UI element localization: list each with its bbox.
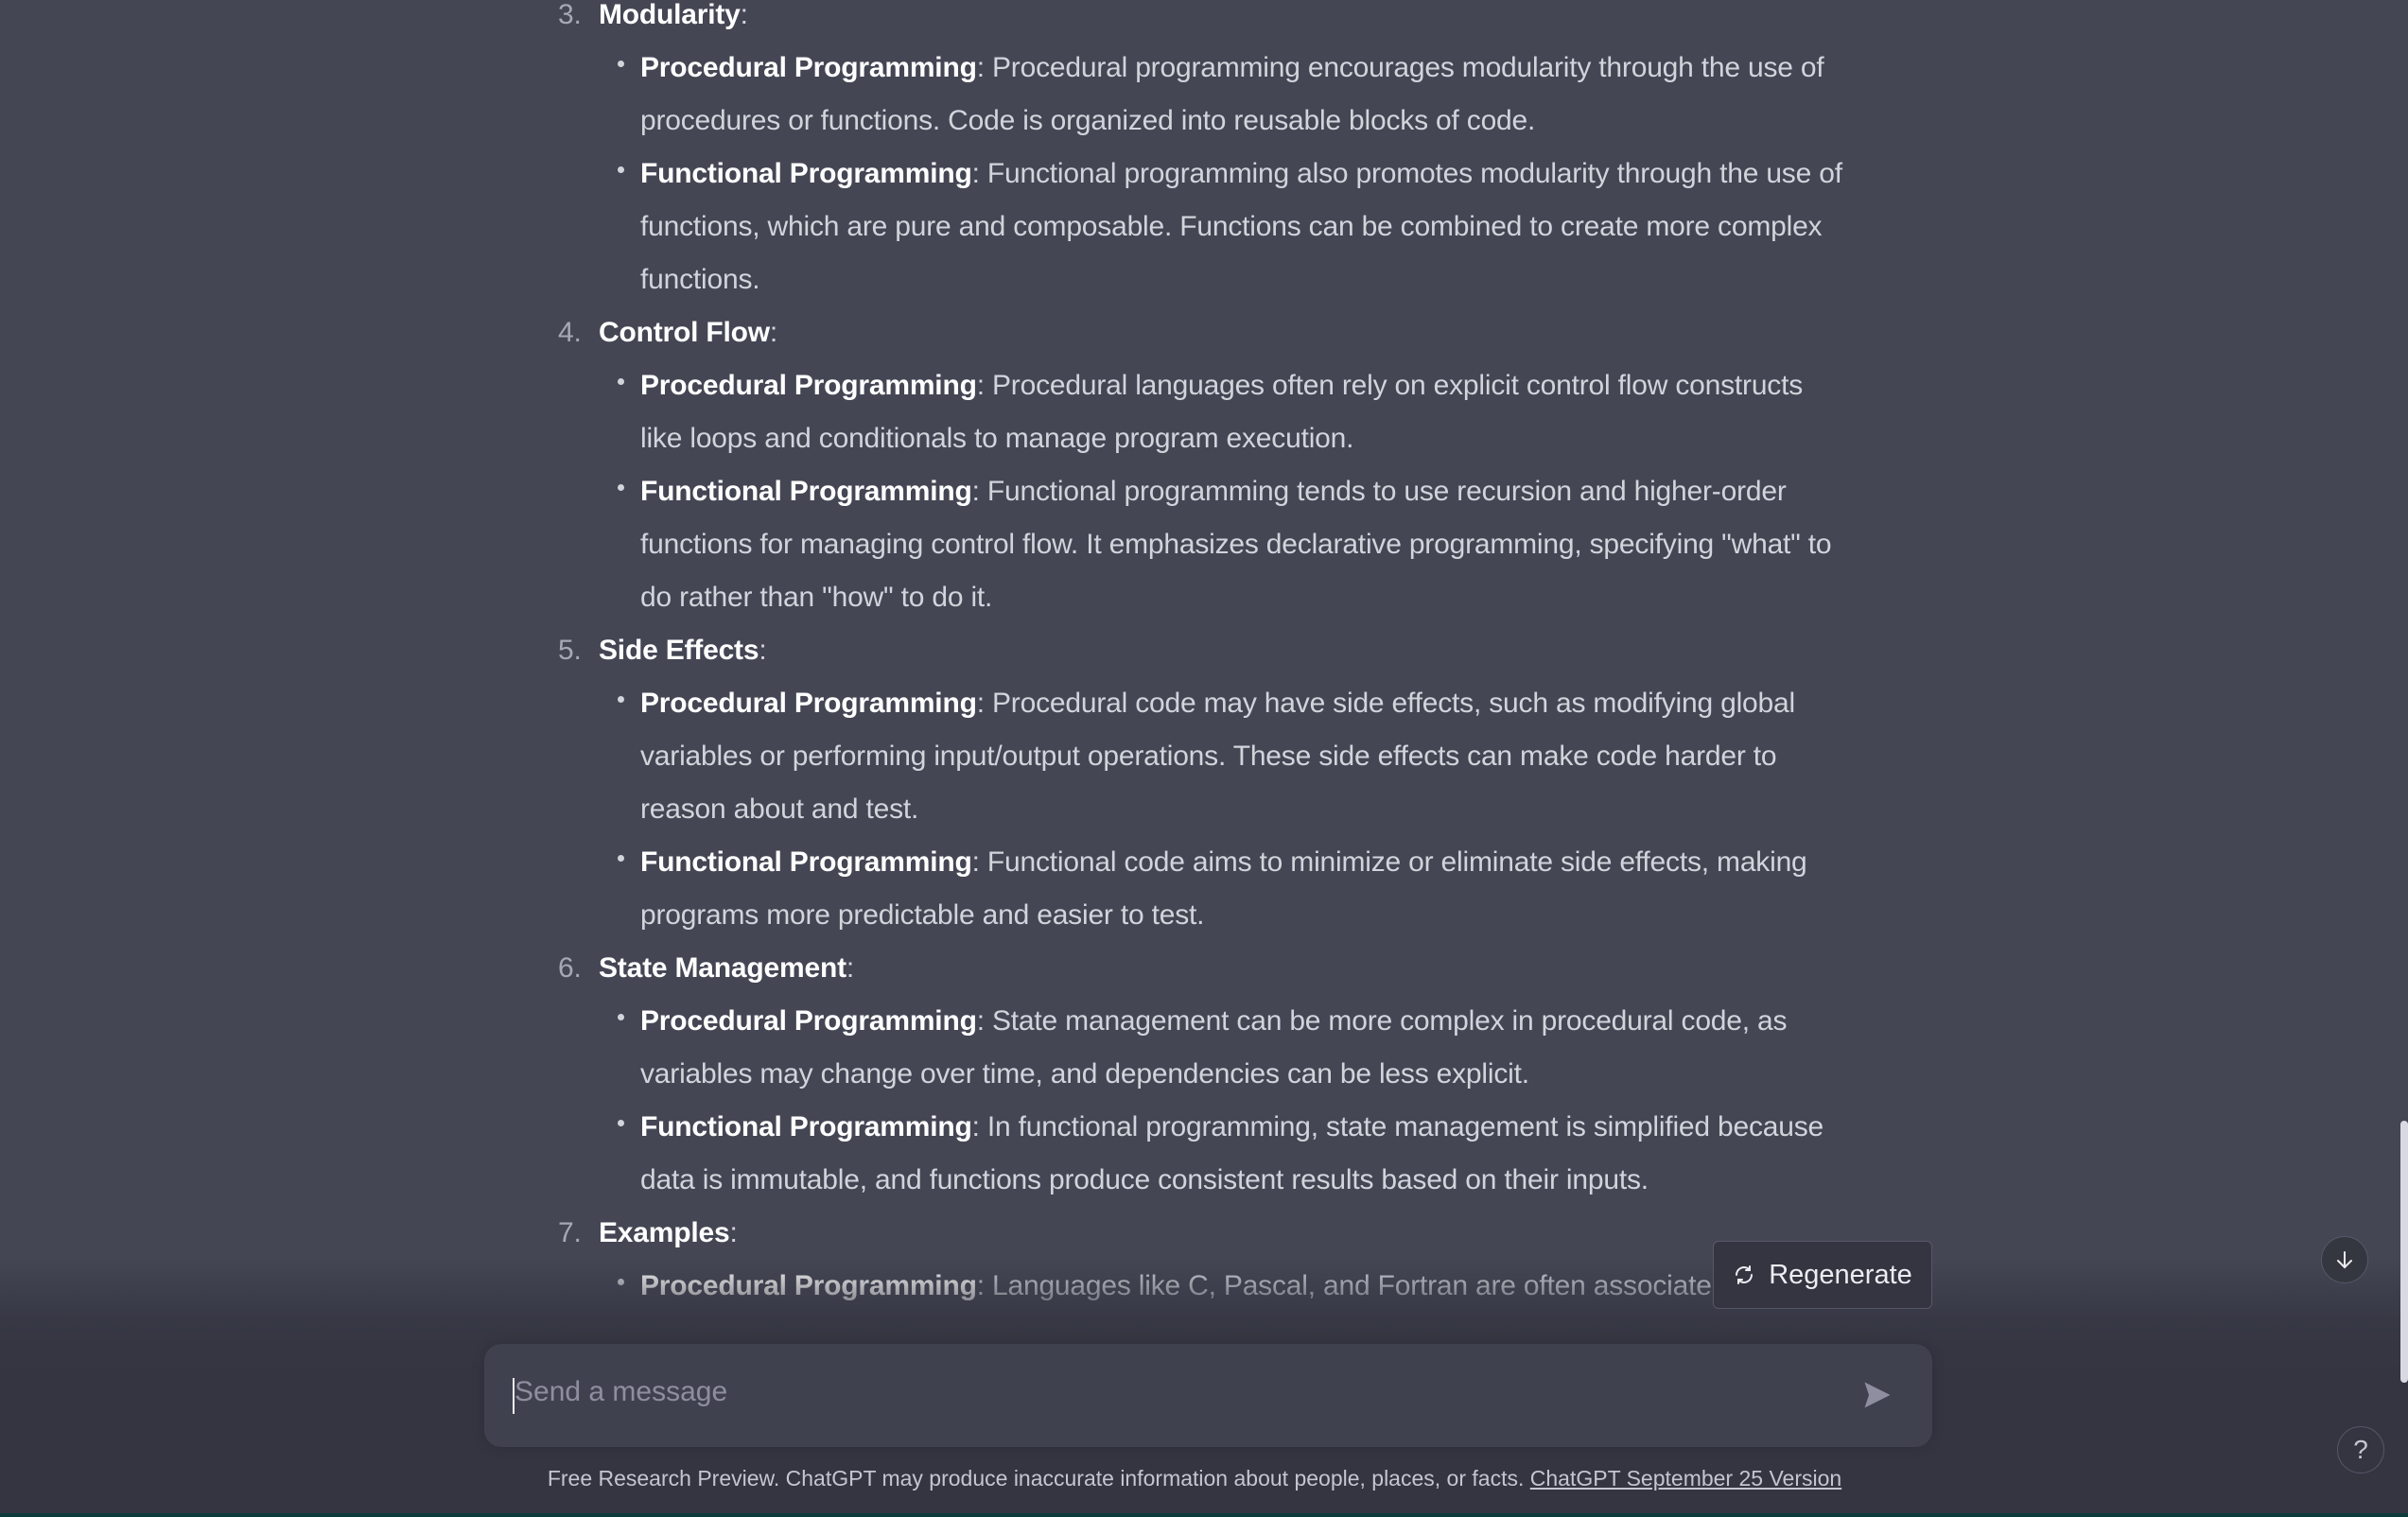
scrollbar-thumb[interactable]	[2400, 1121, 2408, 1383]
bullet-item: Procedural Programming: State management…	[599, 995, 1844, 1101]
version-link[interactable]: ChatGPT September 25 Version	[1530, 1466, 1841, 1491]
list-item: 5. Side Effects: Procedural Programming: P…	[530, 624, 1844, 942]
bullet-icon	[618, 696, 624, 703]
window-bottom-edge	[0, 1513, 2408, 1517]
bullet-icon	[618, 378, 624, 385]
bullet-item: Functional Programming: Functional progr…	[599, 465, 1844, 624]
bullet-icon	[618, 166, 624, 173]
refresh-icon	[1736, 1265, 1754, 1284]
bullet-list: Procedural Programming: State management…	[599, 995, 1844, 1207]
item-number: 3.	[558, 0, 582, 30]
help-button[interactable]: ?	[2337, 1426, 2384, 1473]
section-title: Side Effects	[599, 635, 759, 666]
bullet-item: Procedural Programming: Procedural langu…	[599, 359, 1844, 465]
bullet-label: Procedural Programming	[640, 52, 977, 83]
bullet-label: Procedural Programming	[640, 1005, 977, 1037]
section-title: State Management	[599, 952, 846, 984]
bullet-icon	[618, 61, 624, 67]
footer-disclaimer: Free Research Preview. ChatGPT may produ…	[0, 1466, 2408, 1491]
regenerate-label: Regenerate	[1769, 1259, 1912, 1290]
bullet-label: Functional Programming	[640, 158, 972, 189]
bullet-item: Procedural Programming: Procedural code …	[599, 677, 1844, 836]
bullet-label: Functional Programming	[640, 476, 972, 507]
item-number: 4.	[558, 317, 582, 348]
section-title: Control Flow	[599, 317, 770, 348]
item-number: 5.	[558, 635, 582, 666]
message-placeholder: Send a message	[515, 1376, 728, 1407]
list-item: 6. State Management: Procedural Programmin…	[530, 942, 1844, 1207]
list-item: 3. Modularity: Procedural Programming: Pro…	[530, 0, 1844, 306]
numbered-list: 3. Modularity: Procedural Programming: Pro…	[530, 0, 1844, 1313]
scroll-to-bottom-button[interactable]	[2321, 1236, 2368, 1283]
assistant-message: 3. Modularity: Procedural Programming: Pro…	[530, 0, 1844, 1313]
bullet-list: Procedural Programming: Procedural code …	[599, 677, 1844, 942]
bullet-item: Functional Programming: Functional progr…	[599, 148, 1844, 306]
message-input[interactable]: Send a message	[484, 1344, 1932, 1447]
question-icon: ?	[2353, 1435, 2368, 1464]
bullet-item: Functional Programming: Functional code …	[599, 836, 1844, 942]
bullet-icon	[618, 855, 624, 862]
bullet-label: Procedural Programming	[640, 688, 977, 719]
disclaimer-text: Free Research Preview. ChatGPT may produ…	[547, 1466, 1525, 1491]
arrow-down-icon	[2337, 1251, 2352, 1269]
bullet-icon	[618, 1120, 624, 1126]
bullet-label: Functional Programming	[640, 1111, 972, 1142]
section-title: Modularity	[599, 0, 741, 30]
section-title: Examples	[599, 1217, 730, 1248]
bullet-list: Procedural Programming: Procedural progr…	[599, 42, 1844, 306]
bullet-item: Procedural Programming: Procedural progr…	[599, 42, 1844, 148]
item-number: 7.	[558, 1217, 582, 1248]
bullet-icon	[618, 1014, 624, 1020]
list-item: 4. Control Flow: Procedural Programming: P…	[530, 306, 1844, 624]
bullet-icon	[618, 484, 624, 491]
regenerate-button[interactable]: Regenerate	[1713, 1241, 1932, 1309]
bullet-list: Procedural Programming: Procedural langu…	[599, 359, 1844, 624]
bullet-item: Functional Programming: In functional pr…	[599, 1101, 1844, 1207]
bullet-label: Functional Programming	[640, 846, 972, 878]
send-icon[interactable]	[1860, 1378, 1894, 1412]
bullet-label: Procedural Programming	[640, 370, 977, 401]
item-number: 6.	[558, 952, 582, 984]
